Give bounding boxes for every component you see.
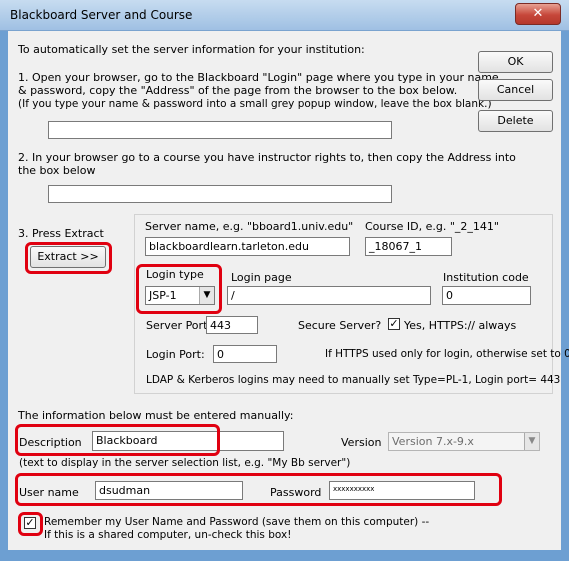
step1-note: (If you type your name & password into a…	[18, 98, 492, 110]
dialog-body: To automatically set the server informat…	[8, 31, 569, 550]
secure-server-checkbox[interactable]: ✓	[388, 318, 400, 330]
server-port-label: Server Port	[146, 319, 208, 332]
ok-button[interactable]: OK	[478, 51, 553, 73]
version-value: Version 7.x-9.x	[392, 435, 474, 448]
login-address-input[interactable]	[48, 121, 392, 139]
version-select[interactable]: Version 7.x-9.x ▼	[388, 432, 540, 451]
https-note: If HTTPS used only for login, otherwise …	[325, 348, 569, 360]
server-name-label: Server name, e.g. "bboard1.univ.edu"	[145, 220, 354, 233]
remember-label: Remember my User Name and Password (save…	[44, 516, 430, 528]
cancel-button[interactable]: Cancel	[478, 79, 553, 101]
login-type-highlight	[136, 264, 222, 314]
remember-warning: If this is a shared computer, un-check t…	[44, 529, 292, 541]
ldap-note: LDAP & Kerberos logins may need to manua…	[146, 374, 561, 386]
step2-text: the box below	[18, 164, 96, 177]
manual-header: The information below must be entered ma…	[18, 409, 294, 422]
delete-button[interactable]: Delete	[478, 110, 553, 132]
step1-text: 1. Open your browser, go to the Blackboa…	[18, 71, 499, 84]
credentials-highlight	[15, 473, 502, 506]
course-id-label: Course ID, e.g. "_2_141"	[365, 220, 499, 233]
description-highlight	[15, 424, 220, 456]
login-port-input[interactable]: 0	[213, 345, 277, 363]
chevron-down-icon[interactable]: ▼	[524, 433, 539, 450]
secure-server-label: Secure Server?	[298, 319, 382, 332]
close-icon: ✕	[532, 6, 544, 21]
remember-highlight	[18, 512, 43, 536]
step3-text: 3. Press Extract	[18, 227, 104, 240]
window-title: Blackboard Server and Course	[10, 8, 193, 22]
step2-text: 2. In your browser go to a course you ha…	[18, 151, 516, 164]
login-port-label: Login Port:	[146, 348, 205, 361]
institution-code-label: Institution code	[443, 271, 529, 284]
description-hint: (text to display in the server selection…	[19, 457, 351, 469]
login-page-label: Login page	[231, 271, 292, 284]
course-address-input[interactable]	[48, 185, 392, 203]
intro-text: To automatically set the server informat…	[18, 43, 365, 56]
title-bar[interactable]: Blackboard Server and Course ✕	[0, 0, 569, 31]
secure-server-option: Yes, HTTPS:// always	[404, 319, 517, 332]
login-page-input[interactable]: /	[227, 286, 431, 305]
step1-text: & password, copy the "Address" of the pa…	[18, 84, 458, 97]
server-port-input[interactable]: 443	[206, 316, 258, 334]
server-name-input[interactable]: blackboardlearn.tarleton.edu	[145, 237, 350, 256]
institution-code-input[interactable]: 0	[442, 286, 531, 305]
extract-highlight	[25, 242, 112, 274]
close-button[interactable]: ✕	[515, 3, 561, 25]
version-label: Version	[341, 436, 382, 449]
course-id-input[interactable]: _18067_1	[365, 237, 452, 256]
